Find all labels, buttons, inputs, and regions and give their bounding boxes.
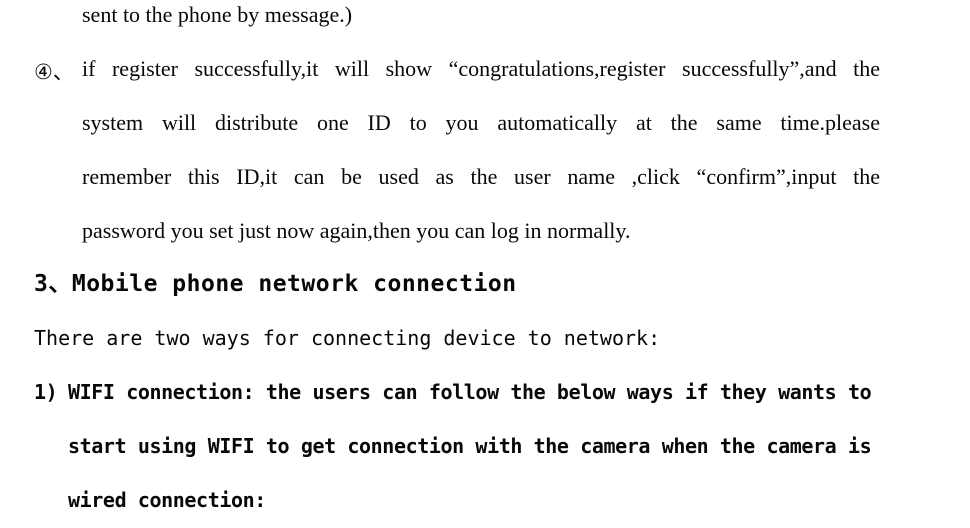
section-3-intro-text: There are two ways for connecting device… <box>34 326 661 350</box>
item-4-line-3: remember this ID,it can be used as the u… <box>82 164 880 189</box>
document-page: sent to the phone by message.) ④、 if reg… <box>0 0 970 528</box>
item-1-line-2: start using WIFI to get connection with … <box>68 434 872 458</box>
item-4-line-4: password you set just now again,then you… <box>82 218 631 243</box>
item-1-line-3: wired connection: <box>68 488 266 512</box>
item-4-line-2: system will distribute one ID to you aut… <box>82 110 880 135</box>
item-1-line-1: WIFI connection: the users can follow th… <box>68 380 872 404</box>
list-marker-item-1: 1) <box>34 380 58 404</box>
section-heading-3: 3、Mobile phone network connection <box>34 271 517 297</box>
list-marker-item-4: ④、 <box>34 60 74 84</box>
item-4-line-1: if register successfully,it will show “c… <box>82 56 880 81</box>
paragraph-line-continuation: sent to the phone by message.) <box>82 2 353 27</box>
